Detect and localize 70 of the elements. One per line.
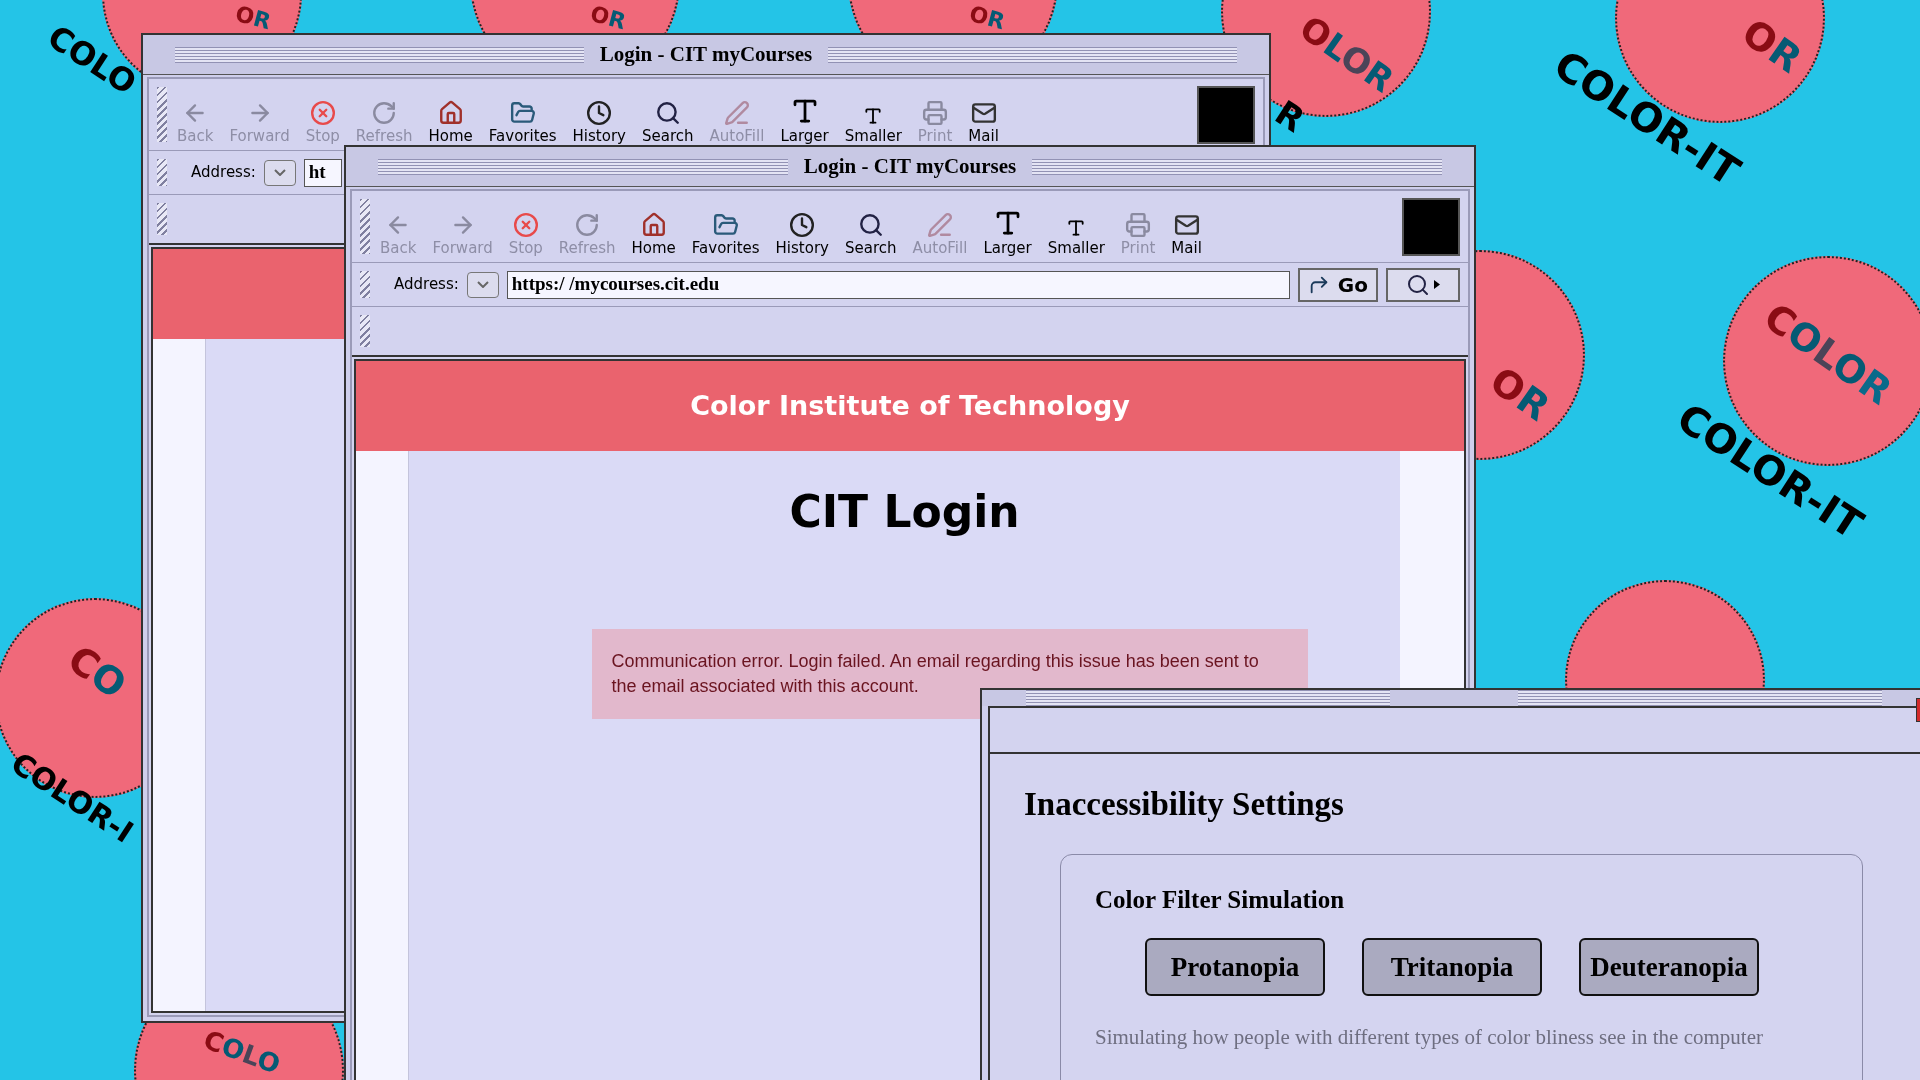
section-title: Color Filter Simulation — [1095, 884, 1346, 915]
printer-icon — [922, 99, 949, 126]
filter-button[interactable]: Deuteranopia — [1579, 938, 1759, 996]
address-dropdown[interactable] — [466, 271, 499, 298]
address-dropdown[interactable] — [263, 159, 296, 186]
filter-button[interactable]: Tritanopia — [1362, 938, 1542, 996]
toolbar-button[interactable]: History — [566, 83, 632, 146]
address-field[interactable]: https:/ /mycourses.cit.edu — [506, 270, 1290, 299]
description-text: Simulating how people with different types of color bliness see in the computer — [1095, 1024, 1764, 1051]
toolbar-button[interactable]: Favorites — [685, 195, 766, 258]
toolbar-grip[interactable] — [360, 271, 370, 298]
small-letter-icon — [1066, 217, 1087, 238]
clock-icon — [789, 211, 816, 238]
settings-heading: Inaccessibility Settings — [1024, 785, 1345, 824]
folder-icon — [712, 211, 739, 238]
home-icon — [640, 211, 667, 238]
sticker-text: CO — [61, 639, 133, 705]
toolbar-button[interactable]: Larger — [977, 195, 1038, 258]
sticker-text: OR — [966, 2, 1008, 34]
toolbar-button[interactable]: History — [769, 195, 835, 258]
folder-icon — [509, 99, 536, 126]
filter-button[interactable]: Protanopia — [1145, 938, 1325, 996]
toolbar-button[interactable]: Smaller — [838, 83, 908, 146]
go-button[interactable]: Go — [1297, 267, 1378, 302]
sticker-text: COLO — [200, 1026, 284, 1078]
search-options-button[interactable] — [1386, 267, 1460, 302]
triangle-icon — [1434, 280, 1440, 289]
sticker-text: OR — [587, 2, 629, 34]
chevron-down-icon — [273, 169, 286, 176]
sticker-text: COLOR — [1757, 296, 1899, 412]
search-icon — [1406, 272, 1430, 297]
window-title: Login - CIT myCourses — [599, 40, 813, 68]
toolbar-button[interactable]: Search — [635, 83, 700, 146]
toolbar-button[interactable]: Home — [625, 195, 682, 258]
toolbar-button[interactable]: Home — [422, 83, 479, 146]
throbber — [1197, 85, 1255, 144]
toolbar-button[interactable]: Smaller — [1041, 195, 1111, 258]
throbber — [1402, 197, 1460, 256]
chevron-down-icon — [476, 281, 489, 288]
address-field[interactable]: ht — [303, 158, 342, 187]
search-icon — [654, 99, 681, 126]
stop-icon — [512, 211, 539, 238]
pen-icon — [926, 211, 953, 238]
toolbar-button[interactable]: Mail — [1165, 195, 1208, 258]
sticker-text: OR — [1735, 12, 1809, 80]
address-label: Address: — [191, 162, 256, 184]
address-label: Address: — [394, 274, 459, 296]
toolbar-grip[interactable] — [360, 315, 370, 347]
stop-icon — [309, 99, 336, 126]
pen-icon — [723, 99, 750, 126]
toolbar-button[interactable]: Favorites — [482, 83, 563, 146]
window-title: Login - CIT myCourses — [803, 152, 1017, 180]
toolbar-grip[interactable] — [157, 87, 167, 142]
toolbar-button[interactable]: Larger — [774, 83, 835, 146]
search-icon — [857, 211, 884, 238]
refresh-icon — [574, 211, 601, 238]
page-heading: CIT Login — [789, 485, 1020, 539]
toolbar-grip[interactable] — [157, 159, 167, 186]
toolbar-grip[interactable] — [360, 199, 370, 254]
home-icon — [437, 99, 464, 126]
clock-icon — [586, 99, 613, 126]
small-letter-icon — [863, 105, 884, 126]
refresh-icon — [371, 99, 398, 126]
printer-icon — [1125, 211, 1152, 238]
toolbar-button[interactable]: Mail — [962, 83, 1005, 146]
sticker-text: OR — [1483, 360, 1557, 428]
sticker-text: OR — [232, 2, 274, 34]
toolbar-button[interactable]: Search — [838, 195, 903, 258]
site-title: Color Institute of Technology — [690, 388, 1130, 423]
toolbar-grip[interactable] — [157, 203, 167, 235]
